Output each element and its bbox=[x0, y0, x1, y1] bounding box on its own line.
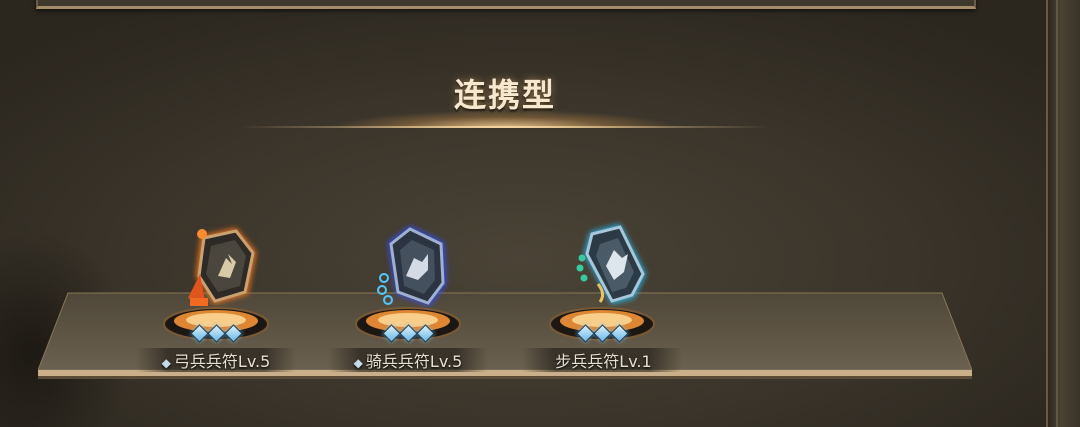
pip-icon bbox=[189, 324, 209, 343]
level-pips bbox=[328, 324, 488, 343]
prefix-mark: ◆ bbox=[161, 356, 171, 370]
pip-icon bbox=[575, 324, 595, 343]
tally-item-infantry[interactable]: 步兵兵符Lv.1 bbox=[522, 214, 682, 394]
header-underline bbox=[240, 126, 770, 128]
pip-icon bbox=[223, 324, 243, 343]
item-name-text: 骑兵兵符Lv.5 bbox=[365, 352, 463, 371]
item-name: ◆ 弓兵兵符Lv.5 bbox=[136, 348, 296, 372]
pip-icon bbox=[398, 324, 418, 343]
item-name-text: 弓兵兵符Lv.5 bbox=[173, 352, 271, 371]
right-frame bbox=[1046, 0, 1080, 427]
item-name: 步兵兵符Lv.1 bbox=[522, 348, 682, 372]
tally-item-cavalry[interactable]: ◆ 骑兵兵符Lv.5 bbox=[328, 214, 488, 394]
cavalry-tally-icon bbox=[377, 226, 446, 306]
pip-icon bbox=[381, 324, 401, 343]
tally-item-archer[interactable]: ◆ 弓兵兵符Lv.5 bbox=[136, 214, 296, 394]
archer-tally-icon bbox=[188, 228, 256, 306]
pip-icon bbox=[415, 324, 435, 343]
level-pips bbox=[522, 324, 682, 343]
item-name: ◆ 骑兵兵符Lv.5 bbox=[328, 348, 488, 372]
pip-icon bbox=[592, 324, 612, 343]
pip-icon bbox=[206, 324, 226, 343]
top-panel-edge bbox=[36, 0, 976, 9]
prefix-mark: ◆ bbox=[353, 356, 363, 370]
level-pips bbox=[136, 324, 296, 343]
pip-icon bbox=[609, 324, 629, 343]
infantry-tally-icon bbox=[576, 224, 646, 304]
tally-screen: 连携型 ◆ 弓兵兵符Lv.5 ◆ 骑兵兵符Lv.5 步兵兵符Lv.1 bbox=[0, 0, 1080, 427]
section-title: 连携型 bbox=[453, 76, 556, 114]
section-header: 连携型 bbox=[240, 60, 770, 130]
item-name-text: 步兵兵符Lv.1 bbox=[555, 352, 652, 371]
